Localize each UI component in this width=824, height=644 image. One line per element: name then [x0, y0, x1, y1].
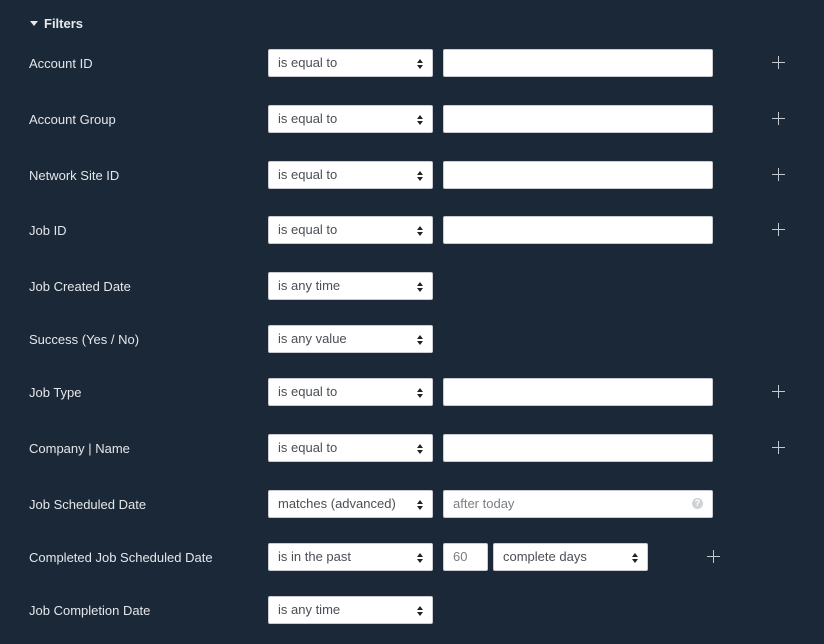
operator-value: is equal to [278, 384, 338, 399]
sort-arrows-icon [417, 606, 423, 616]
operator-select[interactable]: matches (advanced) [268, 490, 433, 518]
filter-row-job-id: Job ID is equal to [0, 216, 824, 244]
sort-arrows-icon [417, 115, 423, 125]
operator-select[interactable]: is in the past [268, 543, 433, 571]
operator-value: is equal to [278, 440, 338, 455]
filter-row-completed-job-scheduled-date: Completed Job Scheduled Date is in the p… [0, 543, 824, 571]
operator-select[interactable]: is any value [268, 325, 433, 353]
sort-arrows-icon [417, 171, 423, 181]
operator-select[interactable]: is equal to [268, 378, 433, 406]
filter-label: Account Group [29, 112, 116, 127]
filter-value-input[interactable] [443, 216, 713, 244]
add-filter-plus-icon[interactable] [772, 441, 785, 454]
filter-value-input[interactable] [443, 434, 713, 462]
filter-label: Job Scheduled Date [29, 497, 147, 512]
filters-section-toggle[interactable]: Filters [30, 14, 83, 32]
filter-row-job-completion-date: Job Completion Date is any time [0, 596, 824, 624]
sort-arrows-icon [417, 444, 423, 454]
duration-number-input[interactable]: 60 [443, 543, 488, 571]
filters-section-title: Filters [44, 15, 84, 31]
sort-arrows-icon [417, 226, 423, 236]
question-circle-icon[interactable]: ? [692, 498, 703, 509]
filter-row-job-scheduled-date: Job Scheduled Date matches (advanced) af… [0, 490, 824, 518]
add-filter-plus-icon[interactable] [772, 112, 785, 125]
duration-unit-select[interactable]: complete days [493, 543, 648, 571]
filter-label: Success (Yes / No) [29, 332, 140, 347]
operator-select[interactable]: is any time [268, 596, 433, 624]
operator-value: is equal to [278, 55, 338, 70]
operator-value: is equal to [278, 111, 338, 126]
sort-arrows-icon [417, 388, 423, 398]
add-filter-plus-icon[interactable] [772, 223, 785, 236]
operator-value: is equal to [278, 167, 338, 182]
sort-arrows-icon [417, 335, 423, 345]
operator-value: is in the past [278, 549, 351, 564]
filter-value-input[interactable] [443, 105, 713, 133]
operator-select[interactable]: is equal to [268, 49, 433, 77]
operator-select[interactable]: is equal to [268, 216, 433, 244]
filter-row-company-name: Company | Name is equal to [0, 434, 824, 462]
add-filter-plus-icon[interactable] [772, 56, 785, 69]
advanced-expression-placeholder: after today [453, 496, 515, 511]
operator-select[interactable]: is equal to [268, 434, 433, 462]
operator-value: is any time [278, 278, 341, 293]
filter-label: Job Type [29, 385, 82, 400]
operator-select[interactable]: is any time [268, 272, 433, 300]
filter-row-account-group: Account Group is equal to [0, 105, 824, 133]
operator-value: matches (advanced) [278, 496, 396, 511]
filter-label: Account ID [29, 56, 93, 71]
filter-value-input[interactable] [443, 49, 713, 77]
filter-row-job-type: Job Type is equal to [0, 378, 824, 406]
filter-label: Network Site ID [29, 168, 120, 183]
sort-arrows-icon [417, 59, 423, 69]
sort-arrows-icon [417, 500, 423, 510]
add-filter-plus-icon[interactable] [772, 168, 785, 181]
filter-value-input[interactable] [443, 378, 713, 406]
sort-arrows-icon [417, 553, 423, 563]
caret-down-icon [30, 20, 38, 26]
operator-value: is equal to [278, 222, 338, 237]
sort-arrows-icon [417, 282, 423, 292]
filter-row-success: Success (Yes / No) is any value [0, 325, 824, 353]
add-filter-plus-icon[interactable] [707, 550, 720, 563]
operator-select[interactable]: is equal to [268, 161, 433, 189]
filter-label: Completed Job Scheduled Date [29, 550, 213, 565]
filter-label: Job Created Date [29, 279, 131, 294]
filter-row-network-site-id: Network Site ID is equal to [0, 161, 824, 189]
filter-label: Job ID [29, 223, 67, 238]
filter-label: Company | Name [29, 441, 130, 456]
add-filter-plus-icon[interactable] [772, 385, 785, 398]
duration-unit-value: complete days [503, 549, 587, 564]
operator-select[interactable]: is equal to [268, 105, 433, 133]
filter-value-input[interactable] [443, 161, 713, 189]
filter-row-account-id: Account ID is equal to [0, 49, 824, 77]
operator-value: is any value [278, 331, 347, 346]
filter-label: Job Completion Date [29, 603, 151, 618]
sort-arrows-icon [632, 553, 638, 563]
operator-value: is any time [278, 602, 341, 617]
filter-row-job-created-date: Job Created Date is any time [0, 272, 824, 300]
advanced-expression-input[interactable]: after today ? [443, 490, 713, 518]
